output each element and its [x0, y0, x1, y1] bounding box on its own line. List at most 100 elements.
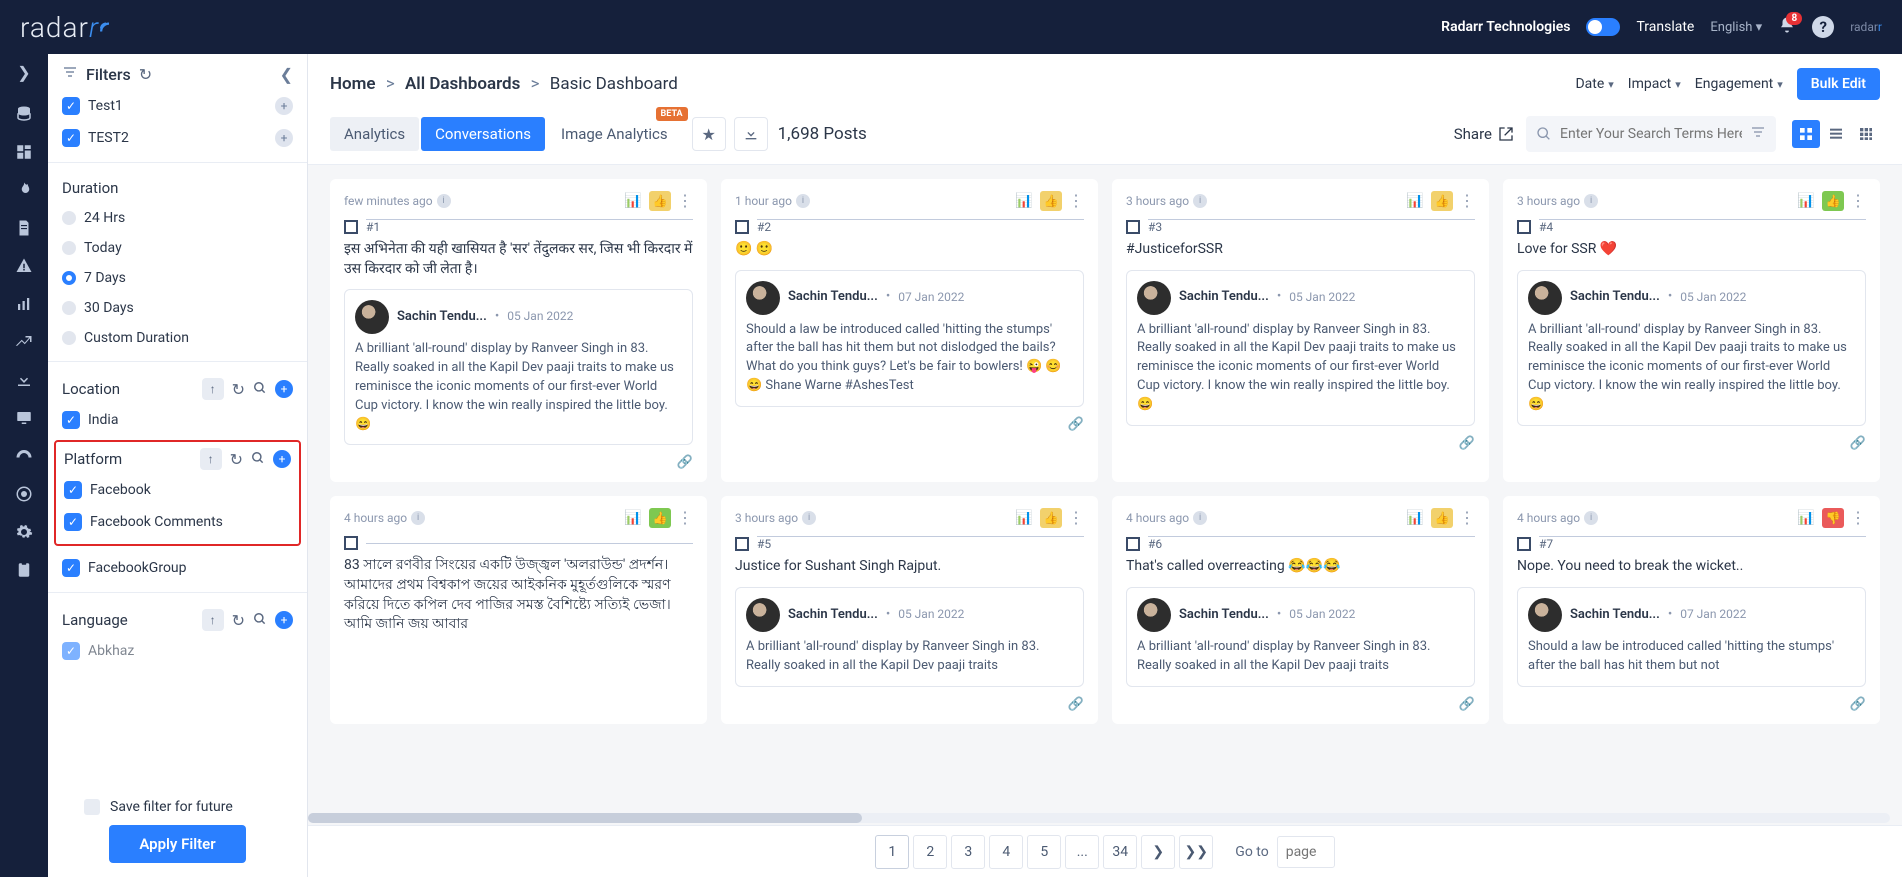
page-button[interactable]: 1 — [875, 835, 909, 869]
link-icon[interactable]: 🔗 — [1126, 436, 1475, 451]
sentiment-icon[interactable]: 👍 — [1431, 508, 1453, 528]
page-button[interactable]: 5 — [1027, 835, 1061, 869]
info-icon[interactable]: i — [1193, 511, 1207, 525]
author-name[interactable]: Sachin Tendu... — [1179, 606, 1269, 625]
gear-icon[interactable] — [14, 522, 34, 542]
more-icon[interactable]: ⋮ — [1850, 510, 1866, 526]
link-icon[interactable]: 🔗 — [1517, 697, 1866, 712]
engagement-dropdown[interactable]: Engagement — [1695, 76, 1783, 92]
last-page-button[interactable]: ❯❯ — [1179, 835, 1213, 869]
dashboard-filter-item[interactable]: ✓Test1+ — [62, 90, 293, 122]
sentiment-icon[interactable]: 👎 — [1822, 508, 1844, 528]
collapse-icon[interactable]: ❮ — [280, 65, 293, 84]
tab-analytics[interactable]: Analytics — [330, 117, 419, 151]
search-icon[interactable] — [253, 380, 267, 399]
page-button[interactable]: 4 — [989, 835, 1023, 869]
link-icon[interactable]: 🔗 — [344, 455, 693, 470]
info-icon[interactable]: i — [437, 194, 451, 208]
search-icon[interactable] — [251, 450, 265, 469]
info-icon[interactable]: i — [796, 194, 810, 208]
search-icon[interactable] — [253, 611, 267, 630]
add-platform-button[interactable]: + — [273, 450, 291, 468]
language-select[interactable]: English ▾ — [1710, 20, 1762, 35]
share-button[interactable]: Share — [1454, 125, 1514, 143]
trend-icon[interactable] — [14, 332, 34, 352]
stats-icon[interactable]: 📊 — [1014, 191, 1034, 211]
stats-icon[interactable]: 📊 — [1405, 508, 1425, 528]
add-location-button[interactable]: + — [275, 380, 293, 398]
duration-option[interactable]: Today — [62, 233, 293, 263]
tab-conversations[interactable]: Conversations — [421, 117, 545, 151]
platform-item[interactable]: ✓Facebook — [64, 474, 291, 506]
info-icon[interactable]: i — [1584, 194, 1598, 208]
filter-icon[interactable] — [1750, 124, 1766, 144]
fire-icon[interactable] — [14, 180, 34, 200]
help-icon[interactable]: ? — [1812, 16, 1834, 38]
more-icon[interactable]: ⋮ — [1068, 193, 1084, 209]
sort-icon[interactable]: ↑ — [200, 448, 222, 470]
refresh-icon[interactable]: ↻ — [232, 380, 245, 399]
alert-icon[interactable] — [14, 256, 34, 276]
page-button[interactable]: ... — [1065, 835, 1099, 869]
goto-input[interactable] — [1277, 836, 1335, 868]
stats-icon[interactable]: 📊 — [1796, 508, 1816, 528]
add-language-button[interactable]: + — [275, 611, 293, 629]
breadcrumb-all[interactable]: All Dashboards — [405, 74, 520, 94]
more-icon[interactable]: ⋮ — [1850, 193, 1866, 209]
author-name[interactable]: Sachin Tendu... — [788, 288, 878, 307]
refresh-icon[interactable]: ↻ — [230, 450, 243, 469]
duration-option[interactable]: Custom Duration — [62, 323, 293, 353]
sentiment-icon[interactable]: 👍 — [1822, 191, 1844, 211]
search-box[interactable] — [1526, 116, 1776, 152]
database-icon[interactable] — [14, 104, 34, 124]
author-name[interactable]: Sachin Tendu... — [1570, 606, 1660, 625]
link-icon[interactable]: 🔗 — [735, 697, 1084, 712]
more-icon[interactable]: ⋮ — [1459, 193, 1475, 209]
star-icon[interactable]: ★ — [692, 117, 726, 151]
page-button[interactable]: 3 — [951, 835, 985, 869]
link-icon[interactable]: 🔗 — [1517, 436, 1866, 451]
info-icon[interactable]: i — [1584, 511, 1598, 525]
impact-dropdown[interactable]: Impact — [1628, 76, 1681, 92]
search-input[interactable] — [1560, 126, 1742, 142]
more-icon[interactable]: ⋮ — [1459, 510, 1475, 526]
bulk-edit-button[interactable]: Bulk Edit — [1797, 68, 1880, 100]
info-icon[interactable]: i — [411, 511, 425, 525]
save-filter-checkbox[interactable]: Save filter for future — [62, 799, 293, 815]
more-icon[interactable]: ⋮ — [677, 510, 693, 526]
translate-toggle[interactable] — [1586, 18, 1620, 36]
add-icon[interactable]: + — [275, 129, 293, 147]
expand-icon[interactable]: ❯ — [14, 62, 34, 82]
sentiment-icon[interactable]: 👍 — [649, 191, 671, 211]
grid-view-icon[interactable] — [1792, 120, 1820, 148]
sentiment-icon[interactable]: 👍 — [1040, 191, 1062, 211]
language-item[interactable]: ✓Abkhaz — [62, 635, 293, 667]
gauge-icon[interactable] — [14, 446, 34, 466]
dashboard-filter-item[interactable]: ✓TEST2+ — [62, 122, 293, 154]
compact-view-icon[interactable] — [1852, 120, 1880, 148]
sentiment-icon[interactable]: 👍 — [1431, 191, 1453, 211]
date-dropdown[interactable]: Date — [1575, 76, 1613, 92]
add-icon[interactable]: + — [275, 97, 293, 115]
refresh-icon[interactable]: ↻ — [232, 611, 245, 630]
next-page-button[interactable]: ❯ — [1141, 835, 1175, 869]
apply-filter-button[interactable]: Apply Filter — [109, 825, 245, 863]
document-icon[interactable] — [14, 218, 34, 238]
platform-item[interactable]: ✓Facebook Comments — [64, 506, 291, 538]
author-name[interactable]: Sachin Tendu... — [397, 308, 487, 327]
clipboard-icon[interactable] — [14, 560, 34, 580]
info-icon[interactable]: i — [1193, 194, 1207, 208]
target-icon[interactable] — [14, 484, 34, 504]
more-icon[interactable]: ⋮ — [1068, 510, 1084, 526]
monitor-icon[interactable] — [14, 408, 34, 428]
sort-icon[interactable]: ↑ — [202, 378, 224, 400]
stats-icon[interactable]: 📊 — [623, 191, 643, 211]
author-name[interactable]: Sachin Tendu... — [788, 606, 878, 625]
link-icon[interactable]: 🔗 — [1126, 697, 1475, 712]
download-icon[interactable] — [734, 117, 768, 151]
page-button[interactable]: 2 — [913, 835, 947, 869]
author-name[interactable]: Sachin Tendu... — [1570, 288, 1660, 307]
stats-icon[interactable]: 📊 — [1014, 508, 1034, 528]
logo[interactable]: radarr — [20, 11, 115, 44]
sort-icon[interactable]: ↑ — [202, 609, 224, 631]
